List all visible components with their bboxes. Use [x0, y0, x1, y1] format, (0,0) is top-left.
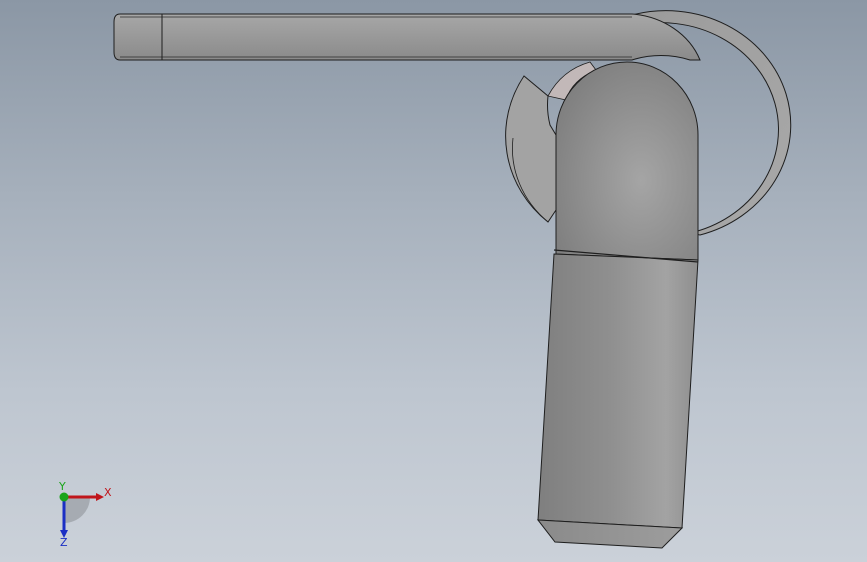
3d-model-view[interactable]: [0, 0, 867, 562]
triad-xz-plane-icon: [64, 497, 90, 523]
handle-bar[interactable]: [113, 13, 701, 61]
cylinder-upper[interactable]: [555, 61, 699, 261]
z-axis-label: Z: [60, 536, 68, 548]
hook-ring-lower[interactable]: [505, 75, 557, 223]
cylinder-shaft[interactable]: [537, 253, 699, 529]
y-axis-dot-icon: [59, 492, 69, 502]
cad-viewport[interactable]: X Y Z: [0, 0, 867, 562]
y-axis-label: Y: [58, 480, 66, 493]
x-axis-label: X: [104, 486, 112, 499]
x-axis-arrowhead-icon: [96, 493, 104, 501]
orientation-triad[interactable]: X Y Z: [40, 478, 120, 548]
